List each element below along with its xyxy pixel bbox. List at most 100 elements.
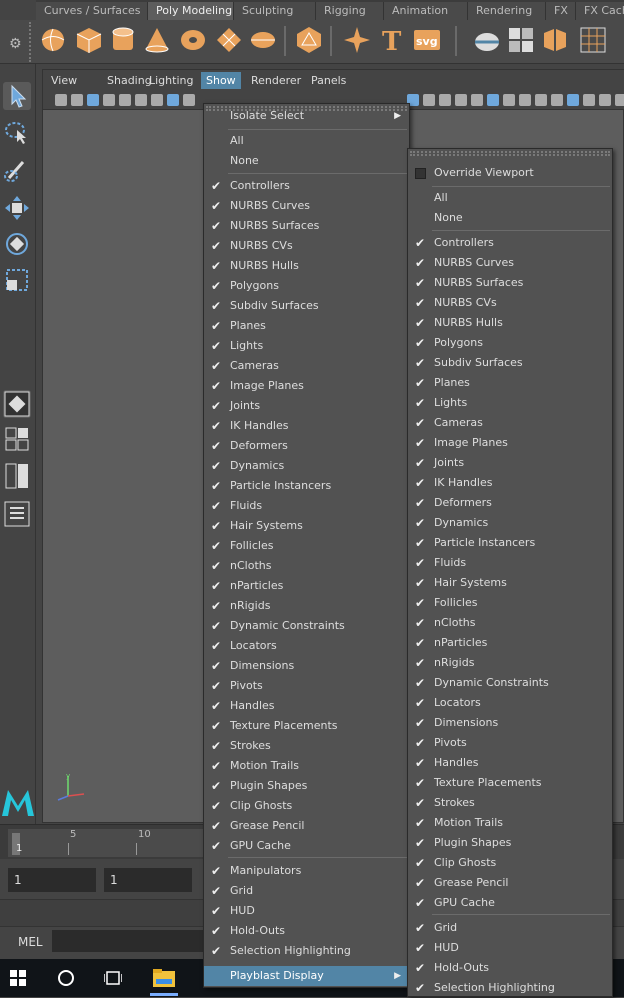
start-anim-field[interactable]: 1: [104, 868, 192, 892]
playblast-item[interactable]: ✔ Particle Instancers: [408, 533, 612, 553]
playblast-item[interactable]: ✔ Selection Highlighting: [408, 978, 612, 998]
playblast-item[interactable]: ✔ nRigids: [408, 653, 612, 673]
show-item[interactable]: ✔ Hold-Outs: [204, 921, 409, 941]
playblast-item[interactable]: ✔ Image Planes: [408, 433, 612, 453]
show-item[interactable]: ✔ Fluids: [204, 496, 409, 516]
viewport-tool-icon[interactable]: [119, 94, 131, 106]
playblast-item[interactable]: ✔ Cameras: [408, 413, 612, 433]
playblast-item[interactable]: ✔ Polygons: [408, 333, 612, 353]
show-item[interactable]: ✔ Particle Instancers: [204, 476, 409, 496]
show-item[interactable]: ✔ Grease Pencil: [204, 816, 409, 836]
show-item[interactable]: ✔ Pivots: [204, 676, 409, 696]
super-shape-icon[interactable]: [342, 25, 372, 55]
playblast-item[interactable]: ✔ Pivots: [408, 733, 612, 753]
viewport-menu-lighting[interactable]: Lighting: [144, 72, 198, 89]
isolate-select-item[interactable]: Isolate Select ▶: [204, 106, 409, 126]
move-tool-icon[interactable]: [3, 194, 31, 222]
playblast-item[interactable]: ✔ Lights: [408, 393, 612, 413]
playblast-item[interactable]: ✔ Handles: [408, 753, 612, 773]
paint-select-tool-icon[interactable]: [3, 156, 31, 184]
show-item[interactable]: ✔ Image Planes: [204, 376, 409, 396]
viewport-tool-icon[interactable]: [423, 94, 435, 106]
type-icon[interactable]: T: [376, 25, 406, 57]
playblast-item[interactable]: ✔ Dynamic Constraints: [408, 673, 612, 693]
show-item[interactable]: ✔ NURBS CVs: [204, 236, 409, 256]
show-item[interactable]: ✔ Strokes: [204, 736, 409, 756]
show-item[interactable]: ✔ Plugin Shapes: [204, 776, 409, 796]
playblast-display-item[interactable]: Playblast Display ▶: [204, 966, 409, 986]
playblast-item[interactable]: ✔ Strokes: [408, 793, 612, 813]
show-item[interactable]: ✔ Follicles: [204, 536, 409, 556]
tear-off-handle[interactable]: [410, 151, 610, 156]
viewport-tool-icon[interactable]: [615, 94, 624, 106]
viewport-menu-panels[interactable]: Panels: [306, 72, 351, 89]
playblast-item[interactable]: ✔ Follicles: [408, 593, 612, 613]
show-item[interactable]: ✔ Locators: [204, 636, 409, 656]
shelf-tab-3[interactable]: Rigging: [316, 2, 384, 20]
viewport-tool-icon[interactable]: [151, 94, 163, 106]
playblast-item[interactable]: ✔ NURBS CVs: [408, 293, 612, 313]
show-item[interactable]: ✔ GPU Cache: [204, 836, 409, 856]
show-item[interactable]: ✔ NURBS Surfaces: [204, 216, 409, 236]
show-item[interactable]: ✔ Deformers: [204, 436, 409, 456]
playblast-item[interactable]: ✔ Hold-Outs: [408, 958, 612, 978]
viewport-tool-icon[interactable]: [519, 94, 531, 106]
combine-icon[interactable]: [506, 25, 536, 55]
smooth-icon[interactable]: [578, 25, 608, 55]
select-tool-icon[interactable]: [3, 82, 31, 110]
playblast-item[interactable]: ✔ Fluids: [408, 553, 612, 573]
show-item[interactable]: ✔ nParticles: [204, 576, 409, 596]
viewport-tool-icon[interactable]: [55, 94, 67, 106]
show-none-item[interactable]: None: [204, 151, 409, 171]
windows-start-icon[interactable]: [10, 970, 26, 989]
show-item[interactable]: ✔ Motion Trails: [204, 756, 409, 776]
checkbox-icon[interactable]: [415, 168, 426, 179]
playblast-item[interactable]: ✔ NURBS Curves: [408, 253, 612, 273]
playblast-item[interactable]: ✔ Dimensions: [408, 713, 612, 733]
show-item[interactable]: ✔ Dynamics: [204, 456, 409, 476]
scale-tool-icon[interactable]: [3, 266, 31, 294]
shelf-tab-4[interactable]: Animation: [384, 2, 468, 20]
four-view-layout-icon[interactable]: [3, 426, 31, 454]
show-item[interactable]: ✔ NURBS Hulls: [204, 256, 409, 276]
viewport-tool-icon[interactable]: [455, 94, 467, 106]
playblast-item[interactable]: ✔ Hair Systems: [408, 573, 612, 593]
playblast-item[interactable]: ✔ Subdiv Surfaces: [408, 353, 612, 373]
playblast-item[interactable]: ✔ Locators: [408, 693, 612, 713]
search-icon[interactable]: [58, 970, 74, 986]
multi-cut-icon[interactable]: [472, 25, 502, 55]
show-item[interactable]: ✔ Cameras: [204, 356, 409, 376]
show-item[interactable]: ✔ NURBS Curves: [204, 196, 409, 216]
viewport-tool-icon[interactable]: [103, 94, 115, 106]
poly-cone-icon[interactable]: [142, 25, 172, 55]
time-slider-track[interactable]: 1 5 10: [8, 829, 208, 857]
viewport-tool-icon[interactable]: [183, 94, 195, 106]
show-item[interactable]: ✔ Texture Placements: [204, 716, 409, 736]
viewport-menu-renderer[interactable]: Renderer: [246, 72, 306, 89]
playblast-none-item[interactable]: None: [408, 208, 612, 228]
playblast-all-item[interactable]: All: [408, 188, 612, 208]
viewport-tool-icon[interactable]: [503, 94, 515, 106]
show-item[interactable]: ✔ Controllers: [204, 176, 409, 196]
show-item[interactable]: ✔ nRigids: [204, 596, 409, 616]
show-item[interactable]: ✔ Selection Highlighting: [204, 941, 409, 961]
viewport-tool-icon[interactable]: [551, 94, 563, 106]
show-item[interactable]: ✔ Dynamic Constraints: [204, 616, 409, 636]
poly-cube-icon[interactable]: [74, 25, 104, 55]
playblast-item[interactable]: ✔ Dynamics: [408, 513, 612, 533]
viewport-tool-icon[interactable]: [487, 94, 499, 106]
viewport-tool-icon[interactable]: [583, 94, 595, 106]
shelf-tab-0[interactable]: Curves / Surfaces: [36, 2, 148, 20]
viewport-tool-icon[interactable]: [87, 94, 99, 106]
start-time-field[interactable]: 1: [8, 868, 96, 892]
show-item[interactable]: ✔ Handles: [204, 696, 409, 716]
playblast-item[interactable]: ✔ nCloths: [408, 613, 612, 633]
playblast-item[interactable]: ✔ Grid: [408, 918, 612, 938]
show-item[interactable]: ✔ Polygons: [204, 276, 409, 296]
playblast-item[interactable]: ✔ Controllers: [408, 233, 612, 253]
show-item[interactable]: ✔ Joints: [204, 396, 409, 416]
platonic-solid-icon[interactable]: [294, 25, 324, 55]
shelf-tab-5[interactable]: Rendering: [468, 2, 546, 20]
viewport-tool-icon[interactable]: [439, 94, 451, 106]
show-item[interactable]: ✔ Planes: [204, 316, 409, 336]
